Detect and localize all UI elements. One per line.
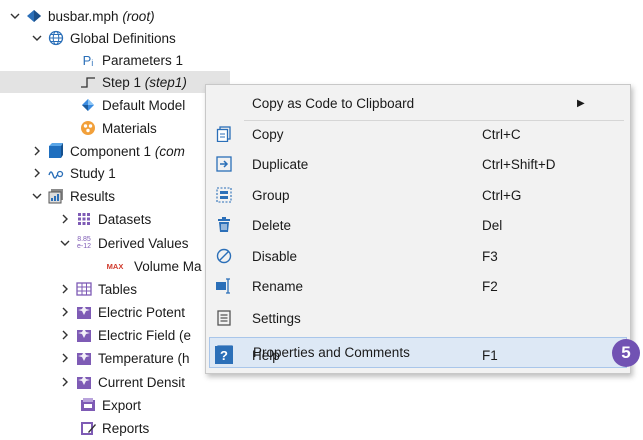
tree-node-study[interactable]: Study 1: [30, 162, 116, 184]
export-label: Export: [102, 397, 142, 413]
chevron-right-icon[interactable]: [58, 375, 72, 389]
tree-node-component[interactable]: Component 1 (com: [30, 140, 185, 162]
chevron-down-icon[interactable]: [30, 31, 44, 45]
tree-node-electric-field[interactable]: Electric Field (e: [58, 324, 191, 346]
max-icon: MAX: [106, 261, 124, 271]
results-label: Results: [70, 188, 116, 204]
study-icon: [48, 165, 64, 181]
chevron-down-icon[interactable]: [8, 9, 22, 23]
chevron-right-icon[interactable]: [58, 328, 72, 342]
menu-item-group[interactable]: Group Ctrl+G: [206, 180, 630, 210]
menu-item-disable[interactable]: Disable F3: [206, 241, 630, 271]
chevron-right-icon[interactable]: [58, 305, 72, 319]
tree-node-parameters[interactable]: Pᵢ Parameters 1: [80, 49, 183, 71]
component-tag: (com: [154, 143, 185, 159]
parameters-label: Parameters 1: [102, 52, 184, 68]
electric-potential-label: Electric Potent: [98, 304, 186, 320]
root-tag: (root): [122, 8, 155, 24]
globe-icon: [48, 30, 64, 46]
temperature-label: Temperature (h: [98, 350, 190, 366]
plot-group-icon: [76, 350, 92, 366]
step-tag: (step1): [144, 74, 187, 90]
submenu-arrow-icon: ▶: [577, 97, 585, 109]
tree-node-derived-values[interactable]: 8.85 e-12 Derived Values: [58, 232, 189, 254]
tree-node-reports[interactable]: Reports: [80, 417, 149, 439]
menu-item-rename[interactable]: Rename F2: [206, 271, 630, 301]
export-icon: [80, 397, 96, 413]
derived-values-icon: 8.85 e-12: [76, 236, 91, 250]
datasets-icon: [76, 211, 92, 227]
materials-icon: [80, 120, 96, 136]
materials-label: Materials: [102, 120, 157, 136]
step-function-icon: [80, 74, 96, 90]
menu-item-help[interactable]: ? Help F1: [206, 341, 630, 371]
tree-node-datasets[interactable]: Datasets: [58, 208, 151, 230]
tree-node-materials[interactable]: Materials: [80, 117, 157, 139]
current-density-label: Current Densit: [98, 374, 186, 390]
chevron-right-icon[interactable]: [30, 144, 44, 158]
tree-node-export[interactable]: Export: [80, 394, 141, 416]
table-icon: [76, 281, 92, 297]
tree-node-current-density[interactable]: Current Densit: [58, 371, 185, 393]
tree-node-step1[interactable]: Step 1 (step1): [0, 71, 230, 93]
copy-icon: [214, 124, 234, 144]
results-icon: [48, 188, 64, 204]
tree-node-root[interactable]: busbar.mph (root): [8, 5, 155, 27]
chevron-right-icon[interactable]: [58, 282, 72, 296]
group-icon: [214, 185, 234, 205]
menu-item-settings[interactable]: Settings: [206, 303, 630, 333]
tree-node-tables[interactable]: Tables: [58, 278, 137, 300]
rename-icon: [214, 276, 234, 296]
tree-node-temperature[interactable]: Temperature (h: [58, 347, 190, 369]
model-root-icon: [26, 8, 42, 24]
menu-item-duplicate[interactable]: Duplicate Ctrl+Shift+D: [206, 149, 630, 179]
tree-node-electric-potential[interactable]: Electric Potent: [58, 301, 185, 323]
default-model-icon: [80, 97, 96, 113]
disable-icon: [214, 246, 234, 266]
root-label: busbar.mph: [48, 8, 119, 24]
help-icon: ?: [215, 346, 233, 364]
component-label: Component 1: [70, 143, 152, 159]
menu-item-delete[interactable]: Delete Del: [206, 210, 630, 240]
component-icon: [48, 143, 64, 159]
tree-node-default-model[interactable]: Default Model: [80, 94, 185, 116]
tree-node-global-definitions[interactable]: Global Definitions: [30, 27, 176, 49]
electric-field-label: Electric Field (e: [98, 327, 192, 343]
study-label: Study 1: [70, 165, 116, 181]
context-menu: Copy as Code to Clipboard ▶ Copy Ctrl+C …: [205, 84, 631, 374]
tree-node-volume-max[interactable]: MAX Volume Ma: [104, 255, 202, 277]
plot-group-icon: [76, 304, 92, 320]
menu-item-copy[interactable]: Copy Ctrl+C: [206, 119, 630, 149]
menu-item-copy-as-code[interactable]: Copy as Code to Clipboard ▶: [206, 88, 630, 118]
step-number-badge: 5: [612, 339, 640, 367]
chevron-right-icon[interactable]: [30, 166, 44, 180]
chevron-down-icon[interactable]: [58, 236, 72, 250]
tables-label: Tables: [98, 281, 138, 297]
parameters-icon: Pᵢ: [82, 52, 94, 68]
default-model-label: Default Model: [102, 97, 186, 113]
tree-node-results[interactable]: Results: [30, 185, 115, 207]
plot-group-icon: [76, 327, 92, 343]
reports-label: Reports: [102, 420, 150, 436]
chevron-down-icon[interactable]: [30, 189, 44, 203]
chevron-right-icon[interactable]: [58, 212, 72, 226]
datasets-label: Datasets: [98, 211, 152, 227]
reports-icon: [80, 420, 96, 436]
step-label: Step 1: [102, 74, 142, 90]
plot-group-icon: [76, 374, 92, 390]
global-definitions-label: Global Definitions: [70, 30, 176, 46]
derived-values-label: Derived Values: [98, 235, 189, 251]
volume-max-label: Volume Ma: [134, 258, 202, 274]
chevron-right-icon[interactable]: [58, 351, 72, 365]
trash-icon: [214, 215, 234, 235]
duplicate-icon: [214, 154, 234, 174]
settings-icon: [214, 308, 234, 328]
